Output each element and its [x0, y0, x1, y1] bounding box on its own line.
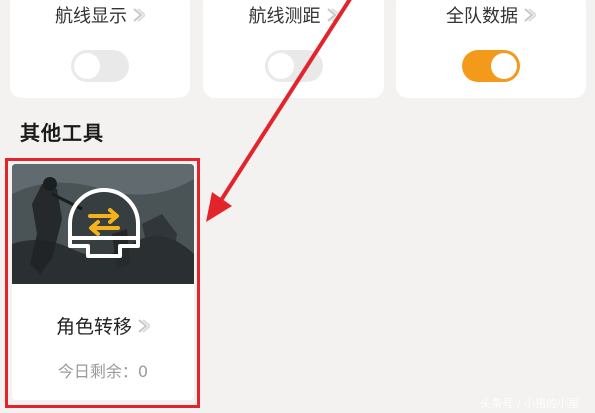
watermark: 头条号 / 小猪的小屋 [480, 397, 579, 410]
annotation-arrow [206, 0, 352, 222]
